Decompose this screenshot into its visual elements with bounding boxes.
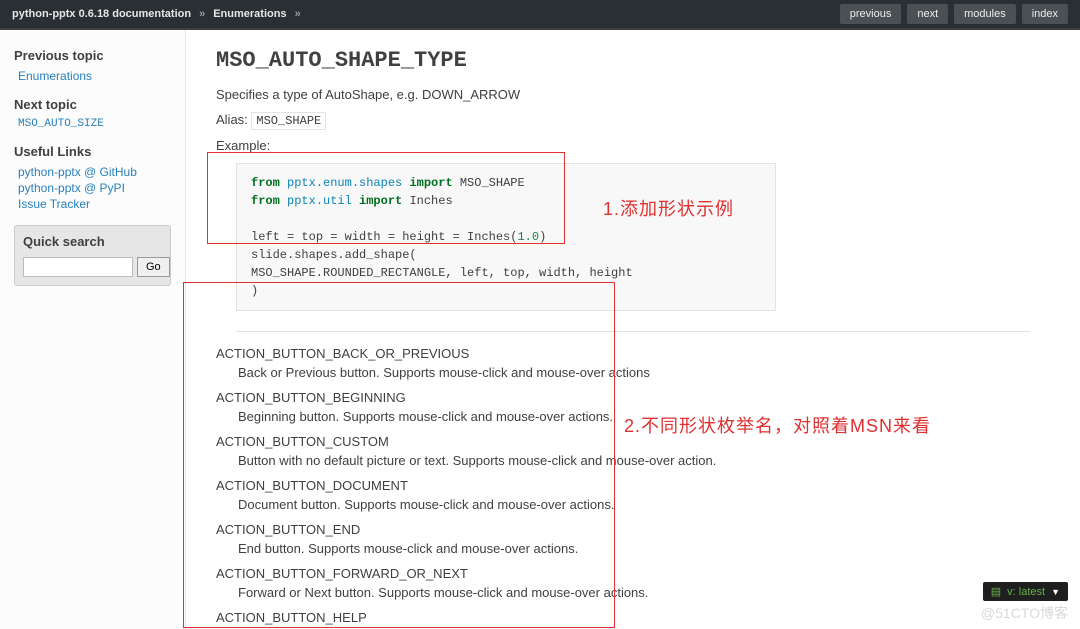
useful-link-pypi[interactable]: python-pptx @ PyPI <box>18 181 171 195</box>
alias-line: Alias: MSO_SHAPE <box>216 112 1050 128</box>
previous-topic-heading: Previous topic <box>14 48 171 63</box>
chevron-right-icon: » <box>295 8 301 20</box>
breadcrumbs: python-pptx 0.6.18 documentation » Enume… <box>12 8 301 20</box>
enum-desc: Back or Previous button. Supports mouse-… <box>238 365 1050 380</box>
annotation-text-1: 1.添加形状示例 <box>603 195 734 221</box>
topbar: python-pptx 0.6.18 documentation » Enume… <box>0 0 1080 30</box>
intro-text: Specifies a type of AutoShape, e.g. DOWN… <box>216 87 1050 102</box>
version-badge[interactable]: ▤ v: latest ▼ <box>983 582 1068 601</box>
enum-desc: Document button. Supports mouse-click an… <box>238 497 1050 512</box>
next-topic-link[interactable]: MSO_AUTO_SIZE <box>18 118 171 130</box>
enum-desc: End button. Supports mouse-click and mou… <box>238 541 1050 556</box>
book-icon: ▤ <box>991 585 1001 598</box>
main-content: MSO_AUTO_SHAPE_TYPE Specifies a type of … <box>186 30 1080 629</box>
alias-value: MSO_SHAPE <box>251 112 326 130</box>
breadcrumb-home[interactable]: python-pptx 0.6.18 documentation <box>12 8 191 20</box>
enum-term: ACTION_BUTTON_HELP <box>216 610 1050 625</box>
quick-search-heading: Quick search <box>23 234 162 249</box>
search-input[interactable] <box>23 257 133 277</box>
watermark: @51CTO博客 <box>981 603 1068 623</box>
annotation-text-2: 2.不同形状枚举名，对照着MSN来看 <box>624 412 931 438</box>
code-example: from pptx.enum.shapes import MSO_SHAPE f… <box>236 163 776 311</box>
next-topic-heading: Next topic <box>14 97 171 112</box>
example-label: Example: <box>216 138 1050 153</box>
chevron-right-icon: » <box>199 8 205 20</box>
enum-term: ACTION_BUTTON_BEGINNING <box>216 390 1050 405</box>
enum-desc: Button with no default picture or text. … <box>238 453 1050 468</box>
enum-term: ACTION_BUTTON_FORWARD_OR_NEXT <box>216 566 1050 581</box>
enum-term: ACTION_BUTTON_DOCUMENT <box>216 478 1050 493</box>
page-title: MSO_AUTO_SHAPE_TYPE <box>216 48 1050 73</box>
go-button[interactable]: Go <box>137 257 170 277</box>
breadcrumb-enumerations[interactable]: Enumerations <box>213 8 286 20</box>
enum-term: ACTION_BUTTON_BACK_OR_PREVIOUS <box>216 346 1050 361</box>
enum-desc: Forward or Next button. Supports mouse-c… <box>238 585 1050 600</box>
previous-topic-link[interactable]: Enumerations <box>18 69 171 83</box>
enum-term: ACTION_BUTTON_END <box>216 522 1050 537</box>
useful-link-github[interactable]: python-pptx @ GitHub <box>18 165 171 179</box>
next-button[interactable]: next <box>907 4 948 24</box>
topnav-buttons: previous next modules index <box>840 4 1068 24</box>
divider <box>236 331 1030 332</box>
useful-link-issues[interactable]: Issue Tracker <box>18 197 171 211</box>
enum-list: ACTION_BUTTON_BACK_OR_PREVIOUS Back or P… <box>216 346 1050 629</box>
previous-button[interactable]: previous <box>840 4 902 24</box>
index-button[interactable]: index <box>1022 4 1068 24</box>
modules-button[interactable]: modules <box>954 4 1016 24</box>
sidebar: Previous topic Enumerations Next topic M… <box>0 30 186 629</box>
useful-links-heading: Useful Links <box>14 144 171 159</box>
chevron-down-icon: ▼ <box>1051 587 1060 597</box>
quick-search-box: Quick search Go <box>14 225 171 286</box>
